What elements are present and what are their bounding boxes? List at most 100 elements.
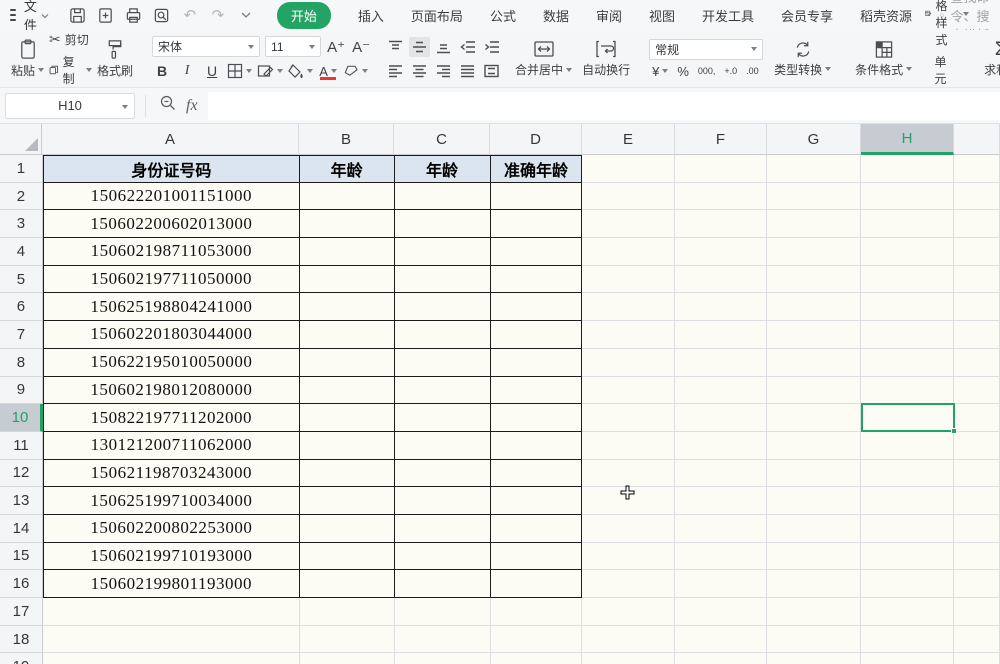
cell-A11[interactable]: 130121200711062000 bbox=[43, 432, 300, 460]
cell-H12[interactable] bbox=[861, 460, 954, 488]
cell-F5[interactable] bbox=[675, 266, 767, 294]
currency-button[interactable]: ¥ bbox=[652, 64, 668, 79]
cell-E5[interactable] bbox=[582, 266, 675, 294]
cell-I6[interactable] bbox=[954, 293, 1000, 321]
cell-I1[interactable] bbox=[954, 155, 1000, 183]
cell-G6[interactable] bbox=[767, 293, 861, 321]
cell-B14[interactable] bbox=[300, 515, 395, 543]
cell-D3[interactable] bbox=[491, 210, 583, 238]
column-header-D[interactable]: D bbox=[490, 124, 582, 155]
cell-G7[interactable] bbox=[767, 321, 861, 349]
cell-I7[interactable] bbox=[954, 321, 1000, 349]
cell-B10[interactable] bbox=[300, 404, 395, 432]
cell-I8[interactable] bbox=[954, 349, 1000, 377]
cell-G12[interactable] bbox=[767, 460, 861, 488]
cell-D15[interactable] bbox=[491, 543, 583, 571]
align-middle-icon[interactable] bbox=[409, 37, 430, 57]
cell-B12[interactable] bbox=[300, 460, 395, 488]
cell-I15[interactable] bbox=[954, 543, 1000, 571]
cell-B13[interactable] bbox=[300, 487, 395, 515]
row-header-9[interactable]: 9 bbox=[0, 377, 43, 405]
cell-E16[interactable] bbox=[582, 570, 675, 598]
cell-E4[interactable] bbox=[582, 238, 675, 266]
borders-button[interactable] bbox=[227, 61, 252, 81]
cell-A12[interactable]: 150621198703243000 bbox=[43, 460, 300, 488]
cell-F6[interactable] bbox=[675, 293, 767, 321]
export-icon[interactable] bbox=[97, 6, 115, 24]
cell-A18[interactable] bbox=[43, 626, 300, 654]
row-header-19[interactable]: 19 bbox=[0, 653, 43, 664]
zoom-magnifier-icon[interactable] bbox=[160, 95, 176, 116]
merge-center-button[interactable]: 合并居中 bbox=[510, 39, 577, 78]
cell-H1[interactable] bbox=[861, 155, 954, 183]
decrease-indent-icon[interactable] bbox=[457, 37, 478, 57]
cell-E9[interactable] bbox=[582, 377, 675, 405]
font-size-select[interactable]: 11 bbox=[265, 36, 321, 57]
cell-I17[interactable] bbox=[954, 598, 1000, 626]
cell-G3[interactable] bbox=[767, 210, 861, 238]
cell-A15[interactable]: 150602199710193000 bbox=[43, 543, 300, 571]
cell-F12[interactable] bbox=[675, 460, 767, 488]
cell-H17[interactable] bbox=[861, 598, 954, 626]
font-name-select[interactable]: 宋体 bbox=[152, 36, 260, 57]
cell-G1[interactable] bbox=[767, 155, 861, 183]
cell-H10[interactable] bbox=[861, 404, 954, 432]
cell-D1[interactable]: 准确年龄 bbox=[491, 155, 583, 183]
cell-E10[interactable] bbox=[582, 404, 675, 432]
cell-B5[interactable] bbox=[300, 266, 395, 294]
cell-I9[interactable] bbox=[954, 377, 1000, 405]
cell-C19[interactable] bbox=[395, 653, 491, 664]
cell-F13[interactable] bbox=[675, 487, 767, 515]
cell-D4[interactable] bbox=[491, 238, 583, 266]
cell-A10[interactable]: 150822197711202000 bbox=[43, 404, 300, 432]
sum-button[interactable]: Σ 求和 bbox=[979, 34, 1000, 83]
align-center-icon[interactable] bbox=[409, 61, 430, 81]
distribute-icon[interactable] bbox=[481, 61, 502, 81]
cell-H18[interactable] bbox=[861, 626, 954, 654]
cell-H4[interactable] bbox=[861, 238, 954, 266]
cell-D18[interactable] bbox=[491, 626, 583, 654]
cell-C1[interactable]: 年龄 bbox=[395, 155, 491, 183]
row-header-2[interactable]: 2 bbox=[0, 183, 43, 211]
column-header-A[interactable]: A bbox=[42, 124, 299, 155]
tab-开始[interactable]: 开始 bbox=[277, 2, 331, 29]
tab-插入[interactable]: 插入 bbox=[358, 6, 384, 25]
bold-button[interactable]: B bbox=[152, 61, 172, 81]
cell-A3[interactable]: 150602200602013000 bbox=[43, 210, 300, 238]
print-icon[interactable] bbox=[125, 6, 143, 24]
increase-decimal-button[interactable]: +.0 bbox=[724, 66, 737, 76]
row-header-11[interactable]: 11 bbox=[0, 432, 43, 460]
cell-D12[interactable] bbox=[491, 460, 583, 488]
cell-C9[interactable] bbox=[395, 377, 491, 405]
tab-公式[interactable]: 公式 bbox=[490, 6, 516, 25]
cell-B19[interactable] bbox=[300, 653, 395, 664]
cell-I16[interactable] bbox=[954, 570, 1000, 598]
cell-G10[interactable] bbox=[767, 404, 861, 432]
cell-G17[interactable] bbox=[767, 598, 861, 626]
cell-G2[interactable] bbox=[767, 183, 861, 211]
cell-H13[interactable] bbox=[861, 487, 954, 515]
cell-C12[interactable] bbox=[395, 460, 491, 488]
cell-D17[interactable] bbox=[491, 598, 583, 626]
cell-B4[interactable] bbox=[300, 238, 395, 266]
row-header-5[interactable]: 5 bbox=[0, 266, 43, 294]
cell-H16[interactable] bbox=[861, 570, 954, 598]
cell-G14[interactable] bbox=[767, 515, 861, 543]
cell-A9[interactable]: 150602198012080000 bbox=[43, 377, 300, 405]
cell-I14[interactable] bbox=[954, 515, 1000, 543]
select-all-corner[interactable] bbox=[0, 124, 42, 155]
print-preview-icon[interactable] bbox=[153, 6, 171, 24]
italic-button[interactable]: I bbox=[177, 61, 197, 81]
cell-C4[interactable] bbox=[395, 238, 491, 266]
cell-D6[interactable] bbox=[491, 293, 583, 321]
cell-D2[interactable] bbox=[491, 183, 583, 211]
column-header-B[interactable]: B bbox=[299, 124, 394, 155]
align-left-icon[interactable] bbox=[385, 61, 406, 81]
column-header-G[interactable]: G bbox=[767, 124, 861, 155]
column-header-H[interactable]: H bbox=[861, 124, 954, 155]
cell-I19[interactable] bbox=[954, 653, 1000, 664]
cell-A17[interactable] bbox=[43, 598, 300, 626]
cell-I10[interactable] bbox=[954, 404, 1000, 432]
undo-icon[interactable]: ↶ bbox=[181, 6, 199, 24]
cell-D19[interactable] bbox=[491, 653, 583, 664]
